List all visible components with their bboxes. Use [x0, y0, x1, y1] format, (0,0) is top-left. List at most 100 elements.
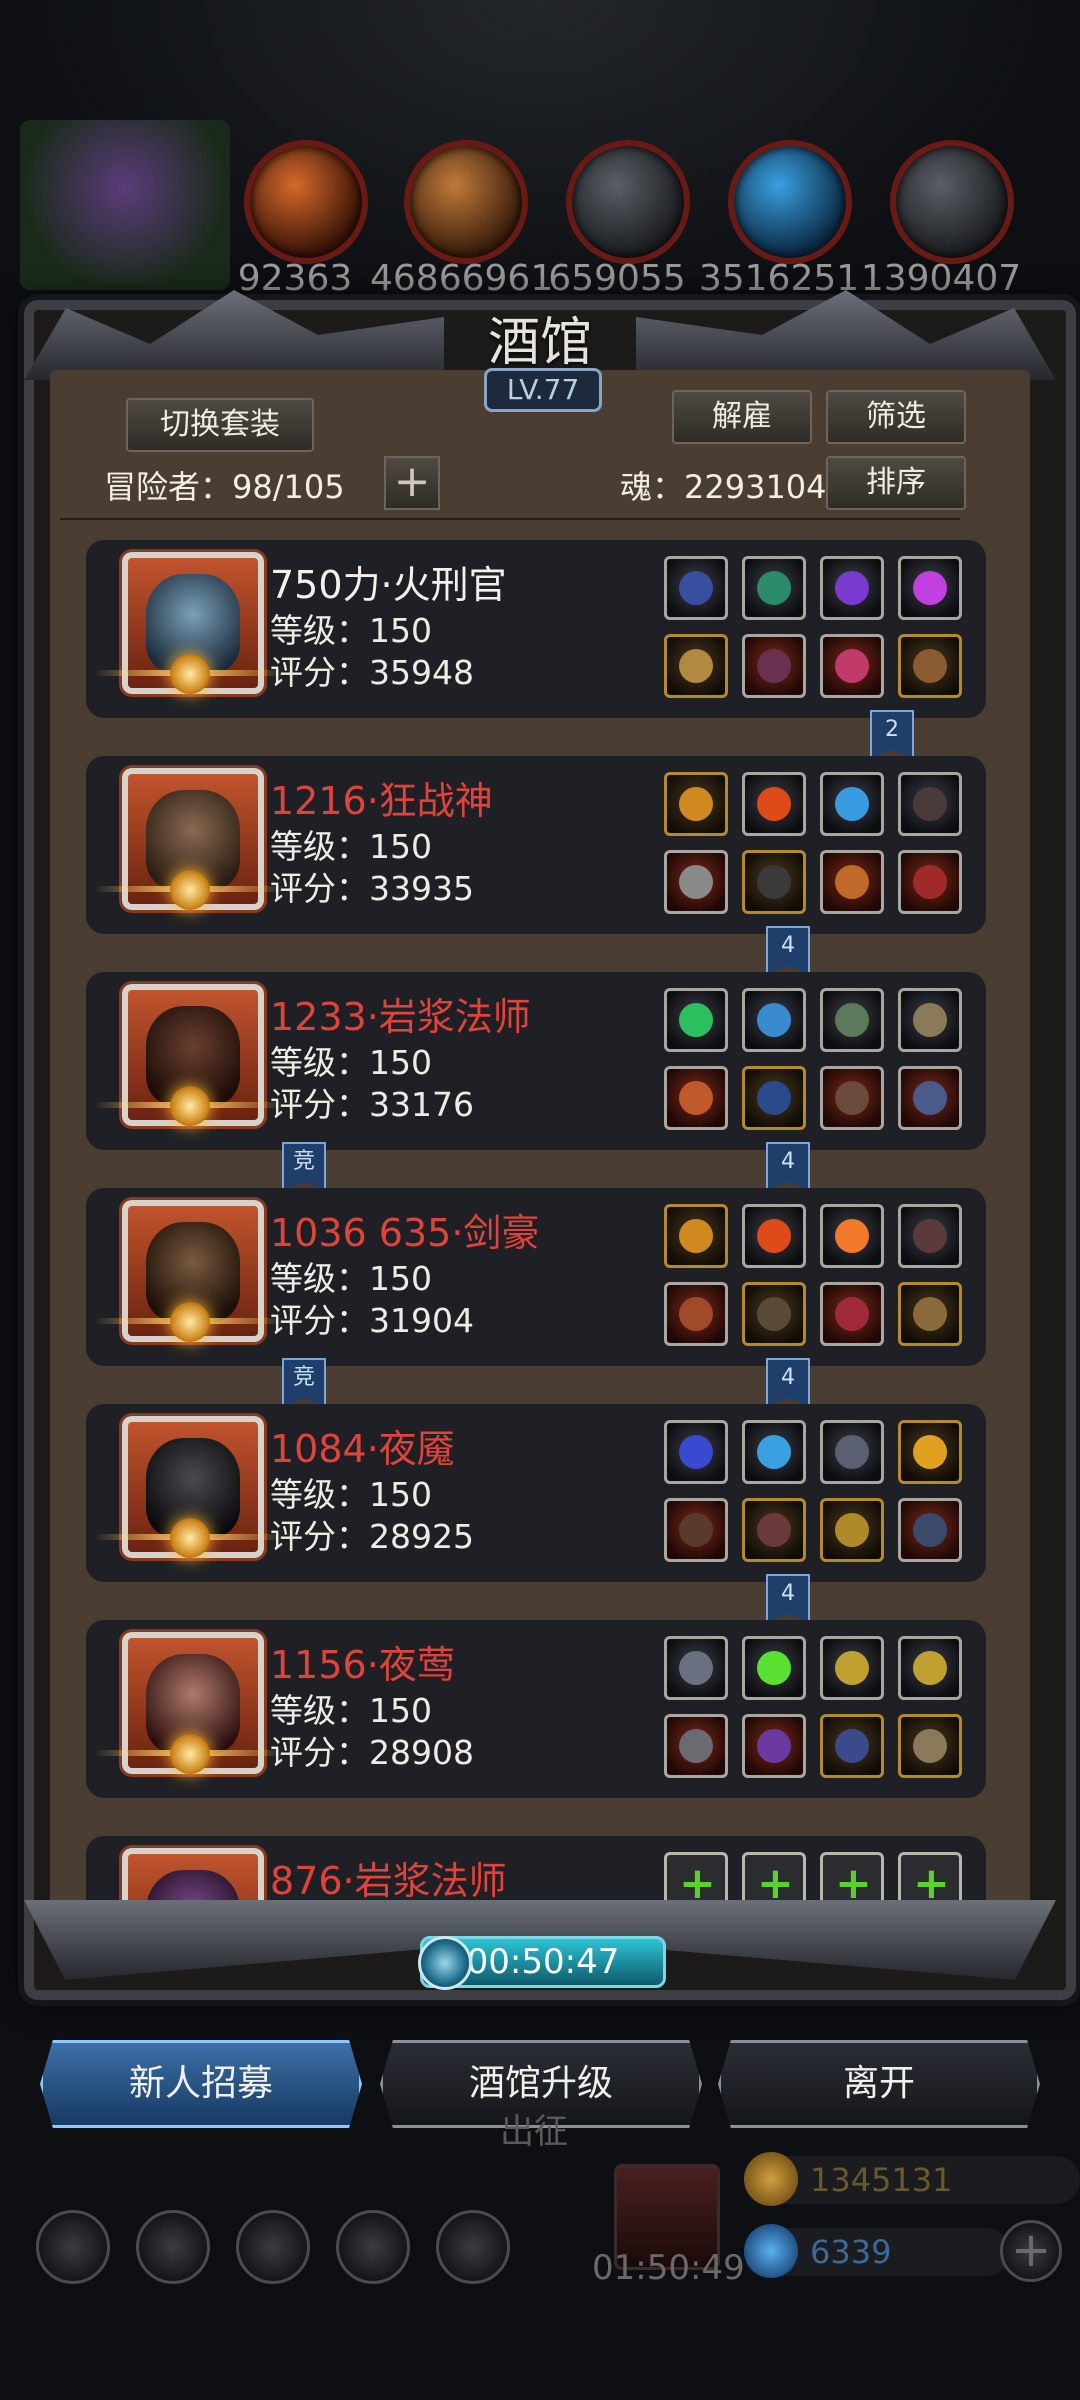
bracer-slot-icon[interactable] — [898, 634, 962, 698]
egg-slot-icon[interactable] — [820, 772, 884, 836]
add-currency-button[interactable]: + — [1000, 2220, 1062, 2282]
crown-slot-icon[interactable] — [664, 772, 728, 836]
horn-slot-icon[interactable] — [898, 1204, 962, 1268]
cloak-slot-icon[interactable] — [742, 556, 806, 620]
emerald-slot-icon[interactable] — [664, 988, 728, 1052]
demon-slot-icon[interactable] — [820, 1282, 884, 1346]
axe-slot-icon[interactable] — [664, 850, 728, 914]
compass-slot-icon[interactable] — [898, 988, 962, 1052]
hero-score: 评分：33176 — [270, 1085, 474, 1124]
mail-icon[interactable] — [336, 2210, 410, 2284]
pistol-slot-icon[interactable] — [664, 1714, 728, 1778]
crystal-cluster-icon[interactable] — [20, 120, 230, 290]
sword-slot-icon[interactable] — [664, 1282, 728, 1346]
wood-icon[interactable] — [404, 140, 528, 264]
iron-icon[interactable] — [890, 140, 1014, 264]
tavern-level-badge: LV.77 — [484, 368, 602, 412]
blade-slot-icon[interactable] — [820, 988, 884, 1052]
lantern-slot-icon[interactable] — [820, 1636, 884, 1700]
leave-button[interactable]: 离开 — [718, 2040, 1040, 2128]
helmet-slot-icon[interactable] — [664, 1420, 728, 1484]
bow-slot-icon[interactable] — [898, 1282, 962, 1346]
axe-slot-icon[interactable] — [664, 634, 728, 698]
hero-card[interactable]: 750力·火刑官 等级：150 评分：35948 — [86, 540, 986, 718]
stone-icon[interactable] — [566, 140, 690, 264]
armor-slot-icon[interactable] — [742, 850, 806, 914]
armor-slot-icon[interactable] — [742, 1498, 806, 1562]
gold-coin-icon — [744, 2152, 798, 2206]
green-crystal-slot-icon[interactable] — [742, 1636, 806, 1700]
hero-score: 评分：31904 — [270, 1301, 474, 1340]
dagger-slot-icon[interactable] — [664, 1498, 728, 1562]
dismiss-button[interactable]: 解雇 — [672, 390, 812, 444]
blue-gem-icon[interactable] — [728, 140, 852, 264]
arena-badge: 竞 — [282, 1358, 326, 1406]
new-recruit-button[interactable]: 新人招募 — [40, 2040, 362, 2128]
sapphire-slot-icon[interactable] — [742, 1420, 806, 1484]
fire-slot-icon[interactable] — [742, 1204, 806, 1268]
shield-menu-icon[interactable] — [436, 2210, 510, 2284]
hero-card[interactable]: 876·岩浆法师 + + + + — [86, 1836, 986, 1910]
header-divider — [60, 518, 960, 520]
gem-count: 3516251 — [698, 258, 860, 299]
hero-name: 1233·岩浆法师 — [270, 995, 531, 1039]
hero-card[interactable]: 1233·岩浆法师 等级：150 评分：33176 — [86, 972, 986, 1150]
wing-helm-slot-icon[interactable] — [664, 1636, 728, 1700]
hero-name: 876·岩浆法师 — [270, 1859, 507, 1903]
hero-card[interactable]: 1036 635·剑豪 等级：150 评分：31904 — [86, 1188, 986, 1366]
robe-slot-icon[interactable] — [742, 1066, 806, 1130]
demon-slot-icon[interactable] — [898, 850, 962, 914]
shield-slot-icon[interactable] — [898, 1714, 962, 1778]
star-emblem-icon — [170, 870, 210, 910]
ring-slot-icon[interactable] — [820, 850, 884, 914]
orb-slot-icon[interactable] — [820, 556, 884, 620]
settings-icon[interactable] — [36, 2210, 110, 2284]
hero-level: 等级：150 — [270, 827, 432, 866]
star-emblem-icon — [170, 1086, 210, 1126]
wand-slot-icon[interactable] — [820, 1714, 884, 1778]
hero-name: 750力·火刑官 — [270, 563, 507, 607]
gold-relic-slot-icon[interactable] — [898, 1420, 962, 1484]
crown-slot-icon[interactable] — [664, 1204, 728, 1268]
fire-slot-icon[interactable] — [742, 772, 806, 836]
quest-icon[interactable] — [236, 2210, 310, 2284]
add-capacity-button[interactable]: + — [384, 456, 440, 510]
sapphire-slot-icon[interactable] — [742, 988, 806, 1052]
hero-name: 1036 635·剑豪 — [270, 1211, 540, 1255]
ring-slot-icon[interactable] — [820, 1066, 884, 1130]
hero-level: 等级：150 — [270, 1043, 432, 1082]
badge-icon[interactable] — [136, 2210, 210, 2284]
armor-slot-icon[interactable] — [742, 1282, 806, 1346]
knife-slot-icon[interactable] — [898, 1498, 962, 1562]
hero-card[interactable]: 1156·夜莺 等级：150 评分：28908 — [86, 1620, 986, 1798]
armor-slot-icon[interactable] — [742, 634, 806, 698]
vase-slot-icon[interactable] — [820, 1420, 884, 1484]
feather-slot-icon[interactable] — [898, 772, 962, 836]
purple-gem-slot-icon[interactable] — [898, 556, 962, 620]
staff-slot-icon[interactable] — [664, 1066, 728, 1130]
filter-button[interactable]: 筛选 — [826, 390, 966, 444]
hero-card[interactable]: 1216·狂战神 等级：150 评分：33935 — [86, 756, 986, 934]
hero-list[interactable]: 750力·火刑官 等级：150 评分：35948 2 1216·狂战神 等级：1… — [86, 530, 996, 1910]
lantern-slot-icon-2[interactable] — [898, 1636, 962, 1700]
armor-slot-icon[interactable] — [742, 1714, 806, 1778]
hero-name: 1084·夜魇 — [270, 1427, 455, 1471]
star-emblem-icon — [170, 1302, 210, 1342]
hero-level: 等级：150 — [270, 1691, 432, 1730]
sort-button[interactable]: 排序 — [826, 456, 966, 510]
meat-icon[interactable] — [244, 140, 368, 264]
amulet-slot-icon[interactable] — [820, 634, 884, 698]
fire-orb-slot-icon[interactable] — [820, 1204, 884, 1268]
switch-outfit-button[interactable]: 切换套装 — [126, 398, 314, 452]
blade-slot-icon[interactable] — [820, 1498, 884, 1562]
adventurer-count: 冒险者：98/105 — [104, 468, 345, 506]
hero-level: 等级：150 — [270, 1259, 432, 1298]
dragon-slot-icon[interactable] — [898, 1066, 962, 1130]
soul-count: 魂：2293104 — [620, 468, 827, 506]
hero-card[interactable]: 1084·夜魇 等级：150 评分：28925 — [86, 1404, 986, 1582]
hero-score: 评分：28908 — [270, 1733, 474, 1772]
helmet-slot-icon[interactable] — [664, 556, 728, 620]
hero-name: 1216·狂战神 — [270, 779, 493, 823]
rank-badge: 4 — [766, 1142, 810, 1190]
march-label: 出征 — [500, 2112, 568, 2152]
